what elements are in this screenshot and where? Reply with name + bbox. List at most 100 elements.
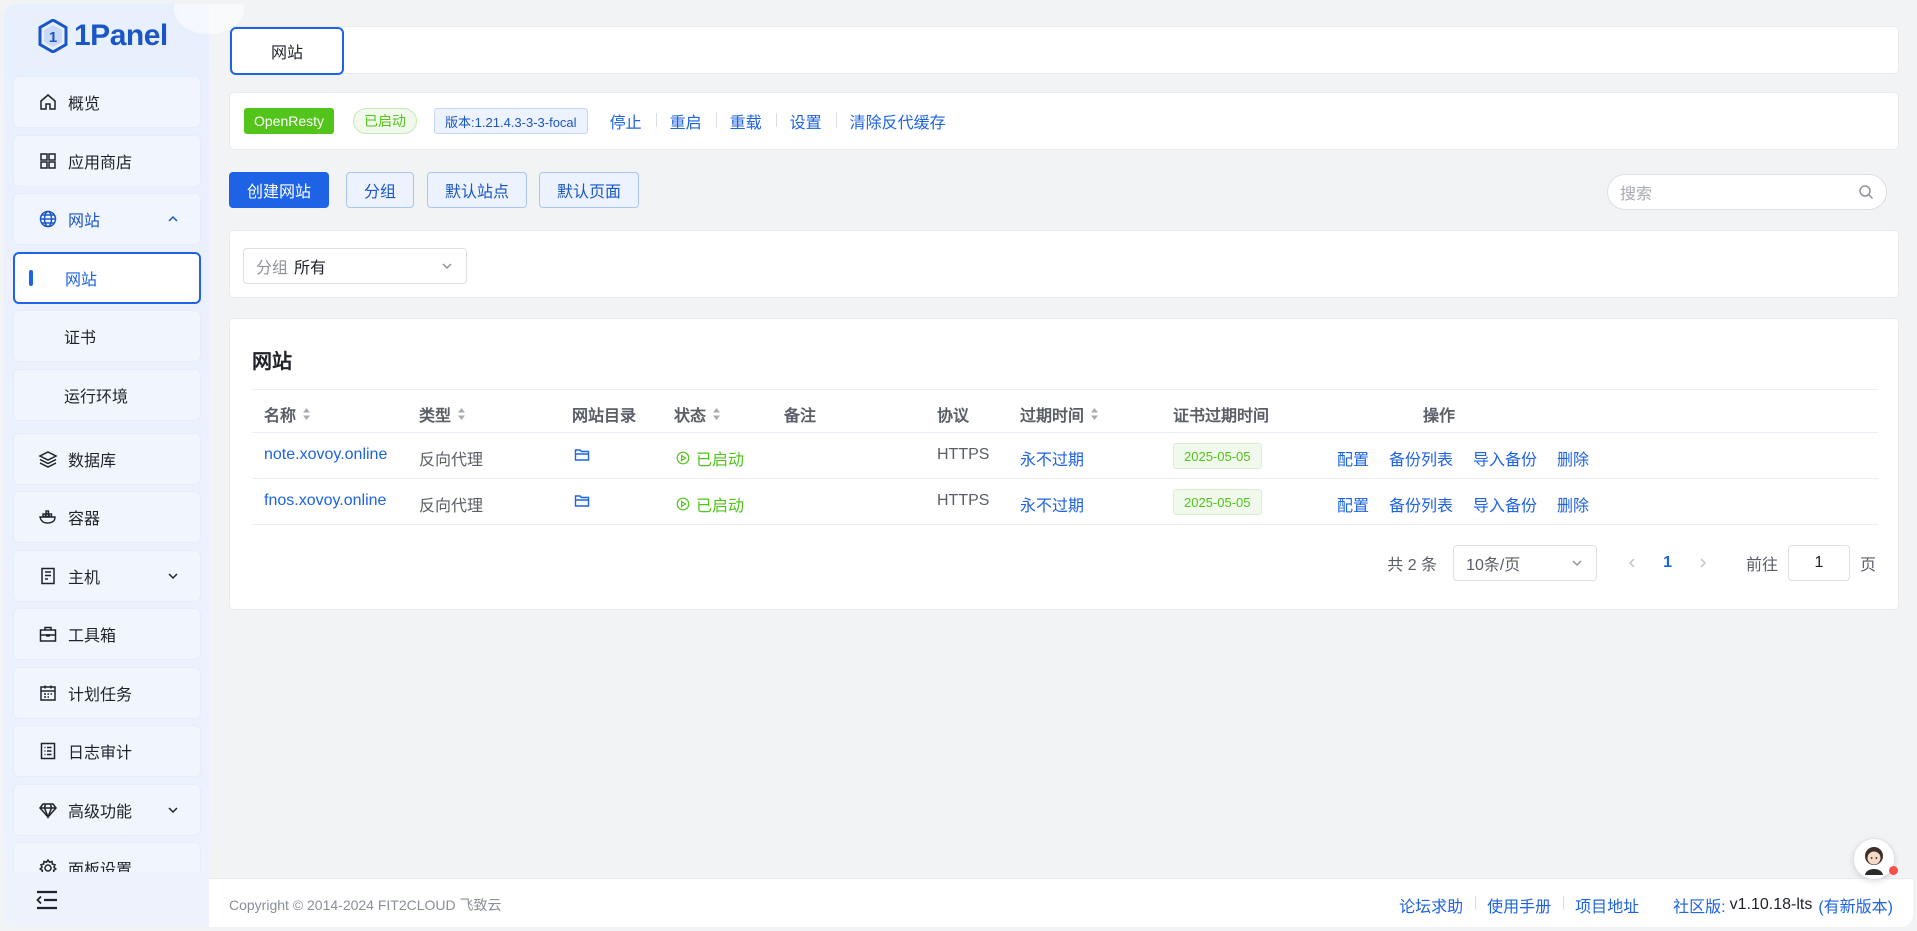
settings-button[interactable]: 设置 — [775, 109, 836, 133]
goto-label: 前往 — [1745, 557, 1778, 574]
sidebar-item-log-audit[interactable]: 日志审计 — [13, 725, 201, 777]
sidebar-item-label: 容器 — [68, 511, 101, 528]
restart-button[interactable]: 重启 — [655, 109, 716, 133]
globe-icon — [39, 210, 57, 228]
app-version-badge: 版本:1.21.4.3-3-3-focal — [434, 108, 588, 134]
chevron-down-icon — [1572, 560, 1582, 567]
configure-button[interactable]: 配置 — [1337, 446, 1369, 470]
backup-list-button[interactable]: 备份列表 — [1389, 492, 1453, 516]
sidebar-item-toolbox[interactable]: 工具箱 — [13, 608, 201, 660]
sidebar-item-label: 网站 — [68, 213, 101, 230]
import-backup-button[interactable]: 导入备份 — [1473, 492, 1537, 516]
manual-link[interactable]: 使用手册 — [1475, 893, 1563, 917]
collapse-menu-icon[interactable] — [35, 890, 59, 910]
group-filter-select[interactable]: 分组 所有 — [243, 248, 467, 284]
new-version-link[interactable]: (有新版本) — [1818, 893, 1893, 917]
toolbar: 创建网站 分组 默认站点 默认页面 搜索 — [229, 172, 1899, 210]
configure-button[interactable]: 配置 — [1337, 492, 1369, 516]
sidebar-item-overview[interactable]: 概览 — [13, 76, 201, 128]
prev-page-icon[interactable] — [1625, 556, 1639, 570]
footer: Copyright © 2014-2024 FIT2CLOUD 飞致云 论坛求助… — [209, 878, 1913, 927]
gear-icon — [38, 858, 58, 872]
folder-icon[interactable] — [574, 448, 590, 462]
sidebar-item-app-store[interactable]: 应用商店 — [13, 135, 201, 187]
tab-bar: 网站 — [229, 26, 1899, 75]
sort-icon — [458, 408, 466, 420]
sidebar-subitem-runtime[interactable]: 运行环境 — [13, 369, 201, 421]
tab-website[interactable]: 网站 — [230, 27, 344, 75]
clear-proxy-cache-button[interactable]: 清除反代缓存 — [835, 109, 960, 133]
website-table: 名称 类型 网站目录 状态 备注 协议 过期时间 证书过期时间 操作 note.… — [252, 389, 1878, 525]
column-expire[interactable]: 过期时间 — [1020, 402, 1099, 426]
delete-button[interactable]: 删除 — [1557, 446, 1589, 470]
home-icon — [40, 94, 56, 110]
page-size-select[interactable]: 10条/页 — [1453, 545, 1598, 581]
logo[interactable]: 1 1Panel — [38, 16, 168, 56]
footer-links: 论坛求助 使用手册 项目地址 社区版: v1.10.18-lts (有新版本) — [1387, 893, 1893, 917]
import-backup-button[interactable]: 导入备份 — [1473, 446, 1537, 470]
sidebar-item-label: 高级功能 — [68, 804, 133, 821]
row-actions: 配置 备份列表 导入备份 删除 — [1337, 446, 1589, 470]
sort-icon — [1091, 408, 1099, 420]
search-icon — [1859, 185, 1874, 200]
sidebar-item-container[interactable]: 容器 — [13, 491, 201, 543]
sidebar-item-label: 计划任务 — [68, 687, 133, 704]
expire-date-link[interactable]: 永不过期 — [1020, 492, 1084, 516]
sidebar-subitem-certificate[interactable]: 证书 — [13, 310, 201, 362]
sidebar-item-settings[interactable]: 面板设置 — [13, 842, 201, 872]
column-type[interactable]: 类型 — [419, 402, 466, 426]
sidebar-item-host[interactable]: 主机 — [13, 550, 201, 602]
sidebar-item-label: 运行环境 — [64, 389, 129, 406]
assistant-avatar-button[interactable] — [1853, 838, 1898, 880]
avatar-icon — [1865, 847, 1883, 875]
folder-icon[interactable] — [574, 494, 590, 508]
next-page-icon[interactable] — [1696, 556, 1710, 570]
sidebar-item-cron[interactable]: 计划任务 — [13, 667, 201, 719]
sidebar-subitem-website[interactable]: 网站 — [13, 252, 201, 304]
expire-date-link[interactable]: 永不过期 — [1020, 446, 1084, 470]
delete-button[interactable]: 删除 — [1557, 492, 1589, 516]
sidebar-item-website[interactable]: 网站 — [13, 193, 201, 245]
edition-label: 社区版: — [1673, 899, 1726, 916]
cert-expire-badge: 2025-05-05 — [1173, 443, 1262, 469]
app-name-badge: OpenResty — [244, 108, 335, 134]
sidebar-item-database[interactable]: 数据库 — [13, 433, 201, 485]
status-text: 已启动 — [696, 498, 745, 515]
table-row: note.xovoy.online 反向代理 已启动 HTTPS 永不过期 20… — [252, 433, 1878, 479]
website-name-link[interactable]: note.xovoy.online — [264, 446, 387, 464]
cert-expire-badge: 2025-05-05 — [1173, 489, 1262, 515]
goto-page-input[interactable]: 1 — [1787, 545, 1850, 581]
create-website-button[interactable]: 创建网站 — [229, 172, 330, 208]
forum-link[interactable]: 论坛求助 — [1387, 893, 1475, 917]
stop-button[interactable]: 停止 — [596, 109, 656, 133]
sort-icon — [303, 408, 311, 420]
status-indicator[interactable]: 已启动 — [676, 492, 744, 516]
column-remark: 备注 — [784, 408, 817, 425]
website-type: 反向代理 — [419, 498, 484, 515]
sidebar-item-advanced[interactable]: 高级功能 — [13, 784, 201, 836]
grid-icon — [40, 153, 56, 169]
reload-button[interactable]: 重载 — [715, 109, 776, 133]
sidebar-item-label: 概览 — [68, 96, 101, 113]
default-page-button[interactable]: 默认页面 — [539, 172, 640, 208]
goto-suffix: 页 — [1859, 557, 1876, 574]
project-link[interactable]: 项目地址 — [1563, 893, 1651, 917]
app-frame: 1 1Panel 概览 应用商店 网站 网站 证书 运行环境 数据库 容器 主机… — [4, 4, 1913, 927]
page-number[interactable]: 1 — [1657, 554, 1678, 572]
chevron-down-icon — [168, 807, 178, 814]
sidebar-item-label: 应用商店 — [68, 155, 133, 172]
column-name[interactable]: 名称 — [264, 402, 311, 426]
backup-list-button[interactable]: 备份列表 — [1389, 446, 1453, 470]
pagination: 共 2 条 10条/页 1 前往 1 页 — [1387, 545, 1876, 581]
default-site-button[interactable]: 默认站点 — [427, 172, 528, 208]
sidebar-item-label: 网站 — [65, 272, 98, 289]
layers-icon — [38, 451, 58, 468]
svg-text:1: 1 — [49, 29, 57, 46]
column-status[interactable]: 状态 — [674, 402, 721, 426]
chevron-down-icon — [442, 263, 452, 270]
website-name-link[interactable]: fnos.xovoy.online — [264, 492, 386, 510]
search-input[interactable]: 搜索 — [1607, 174, 1887, 210]
status-indicator[interactable]: 已启动 — [676, 446, 744, 470]
group-button[interactable]: 分组 — [346, 172, 415, 208]
sidebar-item-label: 面板设置 — [68, 862, 133, 872]
